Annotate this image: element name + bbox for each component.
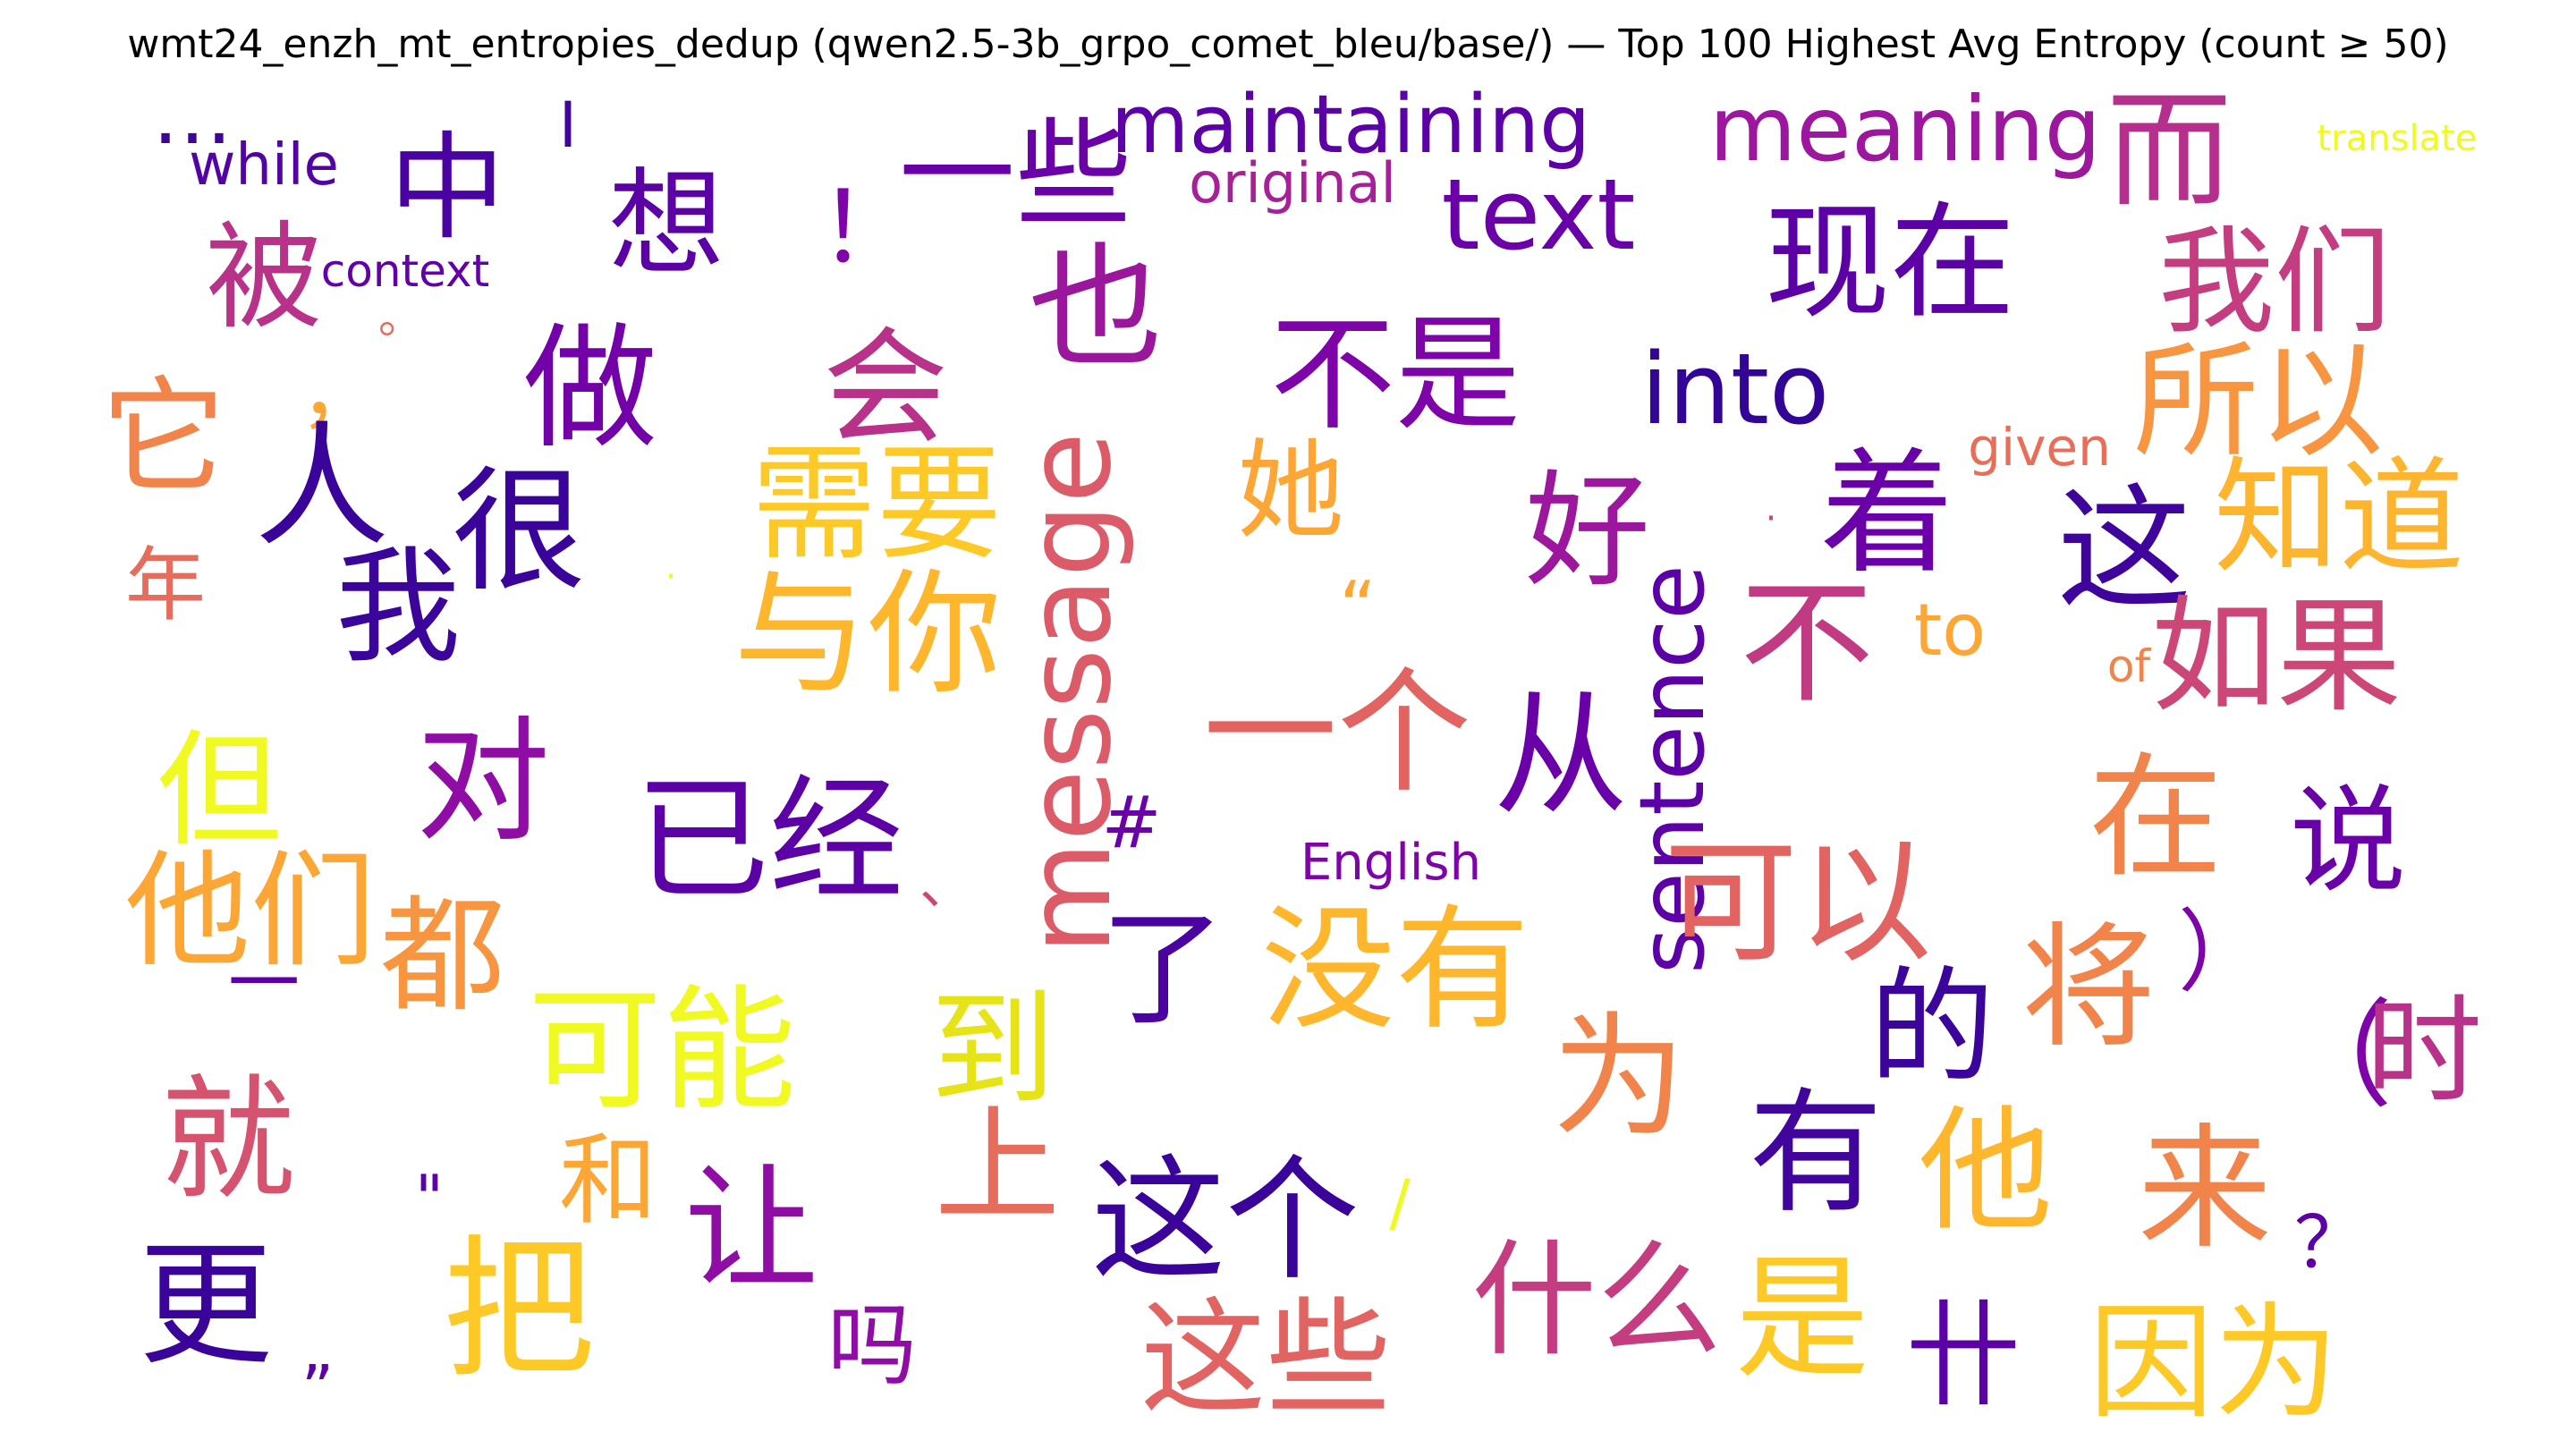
word-72: 上 [934,1094,1061,1240]
word-49: 但 [156,718,283,864]
word-17: 现在 [1764,191,2016,336]
word-39: · [665,556,677,597]
word-87: 因为 [2088,1291,2340,1436]
word-23: into [1640,332,1830,446]
word-13: 被 [205,209,323,345]
word-29: message [1001,431,1137,955]
word-89: 这些 [1140,1286,1392,1432]
word-86: 卄 [1904,1287,2022,1423]
word-28: 需要 [750,432,1003,578]
word-3: 中 [388,120,506,256]
word-64: ） [2178,900,2267,1004]
word-84: 什么 [1470,1228,1723,1374]
word-18: 我们 [2157,214,2392,350]
word-85: 是 [1734,1241,1870,1397]
word-50: 对 [415,705,551,860]
word-30: 她 [1237,429,1344,554]
word-47: 一个 [1202,656,1472,811]
word-76: 来 [2137,1112,2273,1267]
word-38: 我 [335,535,462,681]
word-12: translate [2317,118,2478,159]
word-74: 有 [1748,1076,1884,1232]
word-62: 没有 [1260,893,1530,1048]
word-63: 将 [2021,911,2157,1066]
word-34: given [1968,417,2111,478]
word-77: " [414,1162,445,1235]
word-83: 把 [442,1222,596,1399]
word-81: 更 [138,1228,274,1384]
word-51: 已经 [634,763,904,919]
word-65: 的 [1868,955,1996,1101]
word-37: 年 [125,538,206,632]
word-73: 和 [559,1123,657,1238]
word-cloud-canvas: wmt24_enzh_mt_entropies_dedup (qwen2.5-3… [0,0,2576,1449]
word-75: 他 [1918,1094,2054,1250]
word-88: 吗 [827,1293,917,1398]
word-9: text [1441,157,1636,272]
word-2: while [189,132,339,199]
word-41: “ [1339,566,1377,649]
word-54: English [1300,834,1482,892]
word-45: of [2106,640,2151,692]
word-14: context [320,245,490,297]
word-32: · [1765,498,1777,539]
word-61: 了 [1099,897,1226,1043]
word-43: 不 [1739,566,1875,722]
word-10: meaning [1708,77,2102,182]
word-1: I [558,89,578,162]
word-22: 不是 [1269,302,1521,448]
word-52: 、 [919,854,973,917]
word-cloud: … Iwhile 中想！一些 maintaining original text meani… [0,0,2576,1449]
word-6: 一些 [898,106,1132,242]
word-48: 从 [1493,678,1629,834]
word-68: 为 [1551,1000,1687,1156]
word-78: 让 [683,1152,819,1308]
word-27: 很 [451,454,587,610]
word-59: 可以 [1663,826,1933,981]
word-46: 如果 [2150,584,2402,730]
word-56: 说 [2289,773,2407,909]
word-71: 就 [160,1063,296,1218]
word-55: 在 [2088,741,2224,896]
word-8: original [1189,150,1396,216]
word-90: „ [301,1314,335,1387]
word-58: 都 [379,884,506,1030]
word-40: 与你 [733,557,1003,713]
word-80: / [1389,1166,1411,1240]
word-79: 这个 [1090,1143,1360,1299]
word-70: 时 [2365,983,2483,1119]
word-36: 知道 [2213,445,2465,591]
word-20: 做 [522,311,658,467]
word-33: 着 [1819,436,1955,592]
word-11: 而 [2106,79,2233,225]
word-53: # [1101,781,1162,864]
word-82: ？ [2294,1201,2366,1284]
word-44: to [1913,589,1987,672]
word-4: 想 [607,156,725,292]
word-15: 。 [378,292,423,343]
word-25: 它 [100,365,227,511]
word-66: 可能 [527,973,797,1129]
word-60: 一 [228,942,300,1025]
word-16: 也 [1028,231,1164,386]
